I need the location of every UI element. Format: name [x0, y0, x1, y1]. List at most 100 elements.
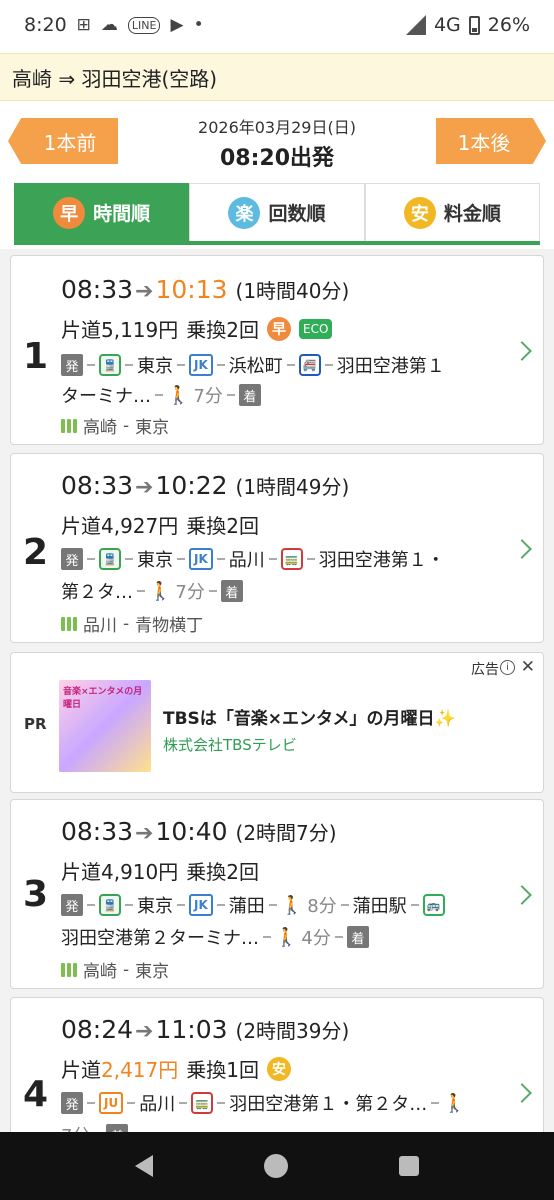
ad-title[interactable]: TBSは「音楽×エンタメ」の月曜日✨ [163, 704, 456, 729]
walk-icon: 🚶 [280, 894, 304, 916]
easy-badge-icon: 楽 [228, 196, 261, 229]
tab-time-order[interactable]: 早 時間順 [14, 183, 190, 241]
route-line-cont: ターミナ… 🚶 7分 着 [61, 382, 261, 408]
station: 羽田空港第１ [336, 356, 445, 377]
fare: 片道5,119円 [61, 318, 179, 342]
fare: 片道4,910円 [61, 860, 179, 884]
cheap-badge-icon: 安 [403, 196, 436, 229]
arr-time: 10:13 [155, 275, 228, 304]
tab-label: 料金順 [443, 203, 501, 225]
fare-amount: 2,417円 [101, 1058, 179, 1082]
segment-to: 東京 [135, 962, 170, 982]
fare-line: 片道4,910円 乗換2回 [61, 856, 259, 885]
time-line: 08:33 ➔ 10:13 (1時間40分) [61, 275, 349, 304]
route-card[interactable]: 08:33 ➔ 10:22 (1時間49分) 片道4,927円 乗換2回 2 発… [10, 453, 544, 643]
dep-time: 08:33 [61, 471, 134, 500]
station: 品川 [228, 550, 265, 571]
duration: (2時間39分) [235, 1019, 350, 1043]
next-train-button[interactable]: 1本後 [436, 118, 546, 164]
train-icon: 🚆 [99, 894, 121, 916]
segment-to: 東京 [135, 418, 170, 438]
segment-from: 高崎 [83, 418, 117, 438]
time-line: 08:33 ➔ 10:40 (2時間7分) [61, 817, 337, 846]
route-title-bar: 高崎 ⇒ 羽田空港(空路) [0, 53, 554, 101]
line-ju-icon: JU [99, 1092, 124, 1114]
train-icon: 🚃 [191, 1092, 214, 1114]
segment-from: 品川 [83, 616, 117, 636]
dep-time: 08:33 [61, 275, 134, 304]
station: 東京 [137, 356, 173, 377]
walk-icon: 🚶 [443, 1092, 466, 1114]
dep-time: 08:24 [61, 1015, 134, 1044]
tab-transfer-order[interactable]: 楽 回数順 [189, 183, 365, 241]
result-number: 2 [23, 532, 49, 573]
arr-time: 10:22 [155, 471, 228, 500]
tab-fare-order[interactable]: 安 料金順 [364, 183, 540, 241]
search-date: 2026年03月29日(日) [198, 118, 356, 137]
fast-badge-icon: 早 [267, 316, 291, 341]
station: 羽田空港第１・ [318, 550, 445, 571]
ad-thumbnail[interactable]: 音楽×エンタメの月曜日 [59, 680, 151, 772]
route-line-cont: 第２タ… 🚶 7分 着 [61, 578, 243, 604]
station: 品川 [139, 1094, 176, 1115]
signal-icon [405, 15, 426, 35]
route-line: 発 🚆 東京 JK 浜松町 🚝 羽田空港第１ [61, 352, 445, 378]
arrive-tag: 着 [220, 580, 243, 602]
ad-thumb-text: 音楽×エンタメの月曜日 [63, 687, 143, 710]
fast-badge-icon: 早 [53, 196, 86, 229]
segment-to: 青物横丁 [135, 616, 204, 636]
ad-advertiser[interactable]: 株式会社TBSテレビ [163, 734, 297, 755]
route-line-cont: 羽田空港第２ターミナ… 🚶 4分 着 [61, 924, 369, 950]
tab-label: 回数順 [268, 203, 326, 225]
walk-time: 7分 [175, 582, 205, 603]
walk-time: 7分 [193, 386, 223, 407]
train-icon: 🚃 [280, 548, 303, 570]
info-icon[interactable]: i [500, 660, 515, 675]
dep-time: 08:33 [61, 817, 134, 846]
walk-icon: 🚶 [167, 384, 190, 406]
home-icon[interactable] [263, 1154, 288, 1178]
depart-tag: 発 [61, 1092, 83, 1114]
route-card[interactable]: 08:33 ➔ 10:40 (2時間7分) 片道4,910円 乗換2回 3 発 … [10, 799, 544, 989]
seat-icon [61, 616, 77, 631]
result-number: 3 [23, 874, 49, 915]
ad-banner[interactable]: 広告 i ✕ PR 音楽×エンタメの月曜日 TBSは「音楽×エンタメ」の月曜日✨… [10, 652, 544, 793]
status-time: 8:20 [24, 14, 67, 36]
arrow-icon: ➔ [135, 279, 154, 304]
pr-label: PR [24, 715, 47, 733]
weather-icon: ☁ [100, 15, 118, 35]
arrow-icon: ➔ [135, 475, 154, 500]
duration: (1時間40分) [235, 279, 350, 303]
arr-time: 11:03 [155, 1015, 228, 1044]
duration: (2時間7分) [235, 821, 337, 845]
fare: 片道4,927円 [61, 514, 179, 538]
seat-segment: 高崎 - 東京 [61, 413, 169, 438]
parking-icon: ⊞ [76, 15, 91, 35]
back-icon[interactable] [135, 1155, 154, 1177]
route-results-list: 08:33 ➔ 10:13 (1時間40分) 片道5,119円 乗換2回 早 E… [0, 249, 554, 1157]
date-navigation: 1本前 2026年03月29日(日) 08:20出発 1本後 [0, 106, 554, 176]
bus-icon: 🚌 [422, 894, 445, 916]
chevron-right-icon [512, 341, 532, 361]
recent-apps-icon[interactable] [398, 1156, 419, 1176]
eco-badge: ECO [299, 318, 333, 339]
route-card[interactable]: 08:33 ➔ 10:13 (1時間40分) 片道5,119円 乗換2回 早 E… [10, 255, 544, 445]
result-number: 4 [23, 1074, 49, 1115]
train-icon: 🚆 [99, 354, 121, 376]
station: 羽田空港第１・第２タ… [229, 1094, 428, 1115]
seat-icon [61, 418, 77, 433]
time-line: 08:33 ➔ 10:22 (1時間49分) [61, 471, 349, 500]
station: 東京 [137, 896, 173, 917]
route-line: 発 🚆 東京 JK 品川 🚃 羽田空港第１・ [61, 546, 445, 572]
battery-label: 26% [487, 14, 530, 36]
station: 蒲田 [228, 896, 265, 917]
fare-line: 片道5,119円 乗換2回 早 ECO [61, 314, 333, 343]
segment-from: 高崎 [83, 962, 117, 982]
chevron-right-icon [512, 1083, 532, 1103]
station: 第２タ… [61, 582, 133, 603]
monorail-icon: 🚝 [298, 354, 321, 376]
sort-tabs: 早 時間順 楽 回数順 安 料金順 [14, 183, 540, 245]
close-icon[interactable]: ✕ [521, 657, 535, 677]
prev-train-button[interactable]: 1本前 [8, 118, 118, 164]
transfers: 乗換2回 [186, 860, 259, 884]
